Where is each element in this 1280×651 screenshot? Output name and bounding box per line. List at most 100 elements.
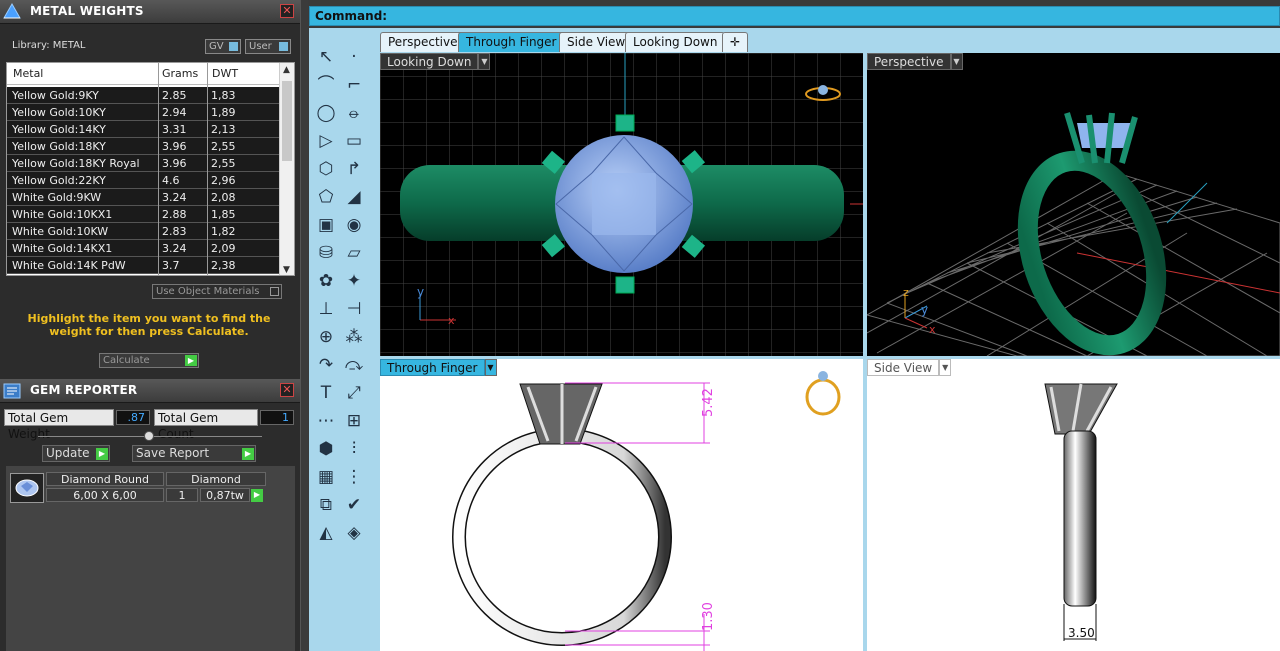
viewport-label-looking-down[interactable]: Looking Down ▼ [380, 53, 491, 70]
extrude-icon[interactable]: ⧉ [314, 493, 338, 517]
table-row[interactable]: Yellow Gold:9KY 2.85 1,83 [7, 87, 279, 104]
render-icon[interactable]: ◭ [314, 521, 338, 545]
table-row[interactable]: Yellow Gold:14KY 3.31 2,13 [7, 121, 279, 138]
array-icon[interactable]: ⤼ [342, 353, 366, 377]
scale-icon[interactable]: ⤢ [342, 381, 366, 405]
column-divider [207, 63, 208, 275]
dimension-height-bottom: 1.30 [701, 602, 716, 631]
cell-metal: White Gold:14K PdW [12, 259, 126, 272]
table-row[interactable]: White Gold:14KX1 3.24 2,09 [7, 240, 279, 257]
curve-edit-icon[interactable]: ⌐ [342, 73, 366, 97]
dropdown-icon[interactable]: ▼ [478, 53, 491, 70]
viewport-label-side-view[interactable]: Side View ▼ [867, 359, 952, 376]
table-row[interactable]: Yellow Gold:10KY 2.94 1,89 [7, 104, 279, 121]
grid-array-icon[interactable]: ⋯ [314, 409, 338, 433]
gv-toggle[interactable]: GV [205, 39, 241, 54]
calculate-button[interactable]: Calculate ▶ [99, 353, 199, 368]
tab-looking-down[interactable]: Looking Down [625, 32, 726, 52]
viewport-title: Perspective [874, 55, 944, 69]
tab-through-finger[interactable]: Through Finger [458, 32, 565, 52]
cell-dwt: 2,09 [211, 242, 236, 255]
viewport-label-perspective[interactable]: Perspective ▼ [867, 53, 963, 70]
table-row[interactable]: Yellow Gold:18KY Royal 3.96 2,55 [7, 155, 279, 172]
table-row[interactable]: Yellow Gold:18KY 3.96 2,55 [7, 138, 279, 155]
panel-splitter[interactable] [300, 0, 308, 651]
close-icon[interactable]: ✕ [280, 383, 294, 397]
triangle-icon[interactable]: ▷ [314, 129, 338, 153]
viewport-through-finger[interactable]: 5.42 1.30 Through Finger ▼ [380, 359, 863, 651]
viewport-label-through-finger[interactable]: Through Finger ▼ [380, 359, 497, 376]
select-arrow-icon[interactable]: ↖ [314, 45, 338, 69]
polygon-icon[interactable]: ⬡ [314, 157, 338, 181]
fillet-curve-icon[interactable]: ↱ [342, 157, 366, 181]
group-icon[interactable]: ⁂ [342, 325, 366, 349]
total-gem-weight-value: .87 [116, 410, 150, 425]
save-report-button[interactable]: Save Report ▶ [132, 445, 256, 462]
metal-weights-titlebar: METAL WEIGHTS ✕ [0, 0, 300, 24]
tab-perspective[interactable]: Perspective [380, 32, 466, 52]
gem-thumbnail[interactable] [10, 473, 44, 503]
mirror-icon[interactable]: ⊞ [342, 409, 366, 433]
freeform-curve-icon[interactable]: ⬠ [314, 185, 338, 209]
cell-grams: 2.83 [162, 225, 187, 238]
sphere-solid-icon[interactable]: ◉ [342, 213, 366, 237]
column-header-dwt[interactable]: DWT [212, 67, 238, 80]
perspective-scene: z y x [867, 112, 1280, 356]
dropdown-icon[interactable]: ▼ [950, 53, 963, 70]
cell-grams: 3.96 [162, 157, 187, 170]
gv-label: GV [209, 41, 224, 52]
pattern-icon[interactable]: ▦ [314, 465, 338, 489]
slider-handle[interactable] [144, 431, 154, 441]
use-object-materials-toggle[interactable]: Use Object Materials [152, 284, 282, 299]
plane-surface-icon[interactable]: ▱ [342, 241, 366, 265]
user-toggle[interactable]: User [245, 39, 291, 54]
text-T-icon[interactable]: T [314, 381, 338, 405]
command-bar[interactable]: Command: [309, 6, 1280, 26]
circle-icon[interactable]: ◯ [314, 101, 338, 125]
metal-weights-title: METAL WEIGHTS [30, 4, 144, 18]
viewport-looking-down[interactable]: y x Looking Down ▼ [380, 53, 863, 356]
viewport-side-view[interactable]: 3.50 Side View ▼ [867, 359, 1280, 651]
metal-table-scrollbar[interactable]: ▲ ▼ [279, 63, 294, 275]
point-icon[interactable]: · [342, 45, 366, 69]
paint-icon[interactable]: ◈ [342, 521, 366, 545]
table-row[interactable]: White Gold:9KW 3.24 2,08 [7, 189, 279, 206]
stack-icon[interactable]: ⋮ [342, 465, 366, 489]
table-row[interactable]: White Gold:10KX1 2.88 1,85 [7, 206, 279, 223]
boolean-icon[interactable]: ⊕ [314, 325, 338, 349]
table-row[interactable]: Yellow Gold:22KY 4.6 2,96 [7, 172, 279, 189]
box-solid-icon[interactable]: ▣ [314, 213, 338, 237]
align-icon[interactable]: ⊣ [342, 297, 366, 321]
cell-grams: 3.31 [162, 123, 187, 136]
rectangle-icon[interactable]: ▭ [342, 129, 366, 153]
gem-go-icon[interactable]: ▶ [251, 489, 263, 502]
checkbox-icon [270, 287, 279, 296]
gem-tools-icon[interactable]: ✿ [314, 269, 338, 293]
column-header-grams[interactable]: Grams [162, 67, 198, 80]
add-tab-icon[interactable]: ✛ [722, 32, 748, 52]
view-cube-icon[interactable]: ⬢ [314, 437, 338, 461]
update-button[interactable]: Update ▶ [42, 445, 110, 462]
curve-offset-icon[interactable]: ↷ [314, 353, 338, 377]
cylinder-solid-icon[interactable]: ⛁ [314, 241, 338, 265]
table-row[interactable]: White Gold:10KW 2.83 1,82 [7, 223, 279, 240]
check-icon[interactable]: ✔ [342, 493, 366, 517]
viewport-perspective[interactable]: z y x Perspective ▼ [867, 53, 1280, 356]
table-row[interactable]: White Gold:14K PdW 3.7 2,38 [7, 257, 279, 274]
fire-effect-icon[interactable]: ✦ [342, 269, 366, 293]
update-label: Update [46, 446, 90, 460]
transform-icon[interactable]: ⊥ [314, 297, 338, 321]
dropdown-icon[interactable]: ▼ [484, 359, 497, 376]
sweep-icon[interactable]: ◢ [342, 185, 366, 209]
tab-side-view[interactable]: Side View [559, 32, 634, 52]
dropdown-icon[interactable]: ▼ [939, 359, 952, 376]
scroll-down-icon[interactable]: ▼ [283, 265, 290, 275]
close-icon[interactable]: ✕ [280, 4, 294, 18]
dimension-icon[interactable]: ⫶ [342, 437, 366, 461]
column-header-metal[interactable]: Metal [13, 67, 43, 80]
cell-dwt: 1,89 [211, 106, 236, 119]
scroll-thumb[interactable] [282, 81, 292, 161]
scroll-up-icon[interactable]: ▲ [283, 65, 290, 75]
polyline-icon[interactable]: ⌒ [314, 73, 338, 97]
ellipse-icon[interactable]: ⦵ [342, 101, 366, 125]
